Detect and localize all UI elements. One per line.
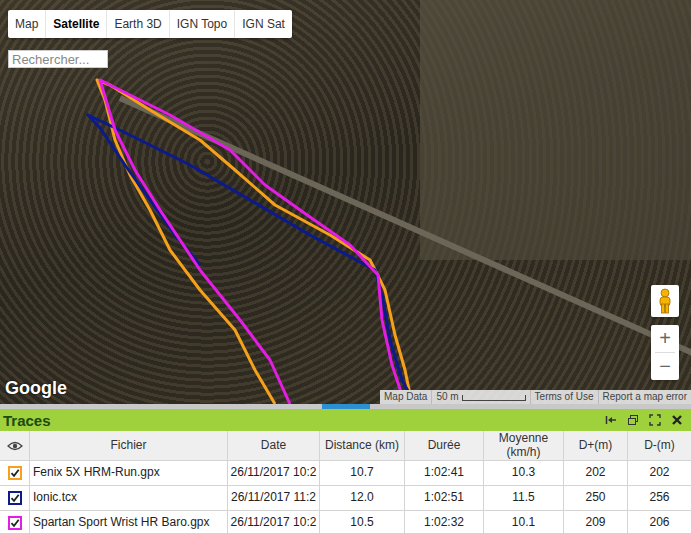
trace-checkbox[interactable] [8, 466, 22, 480]
table-cell: Fenix 5X HRM-Run.gpx [30, 461, 228, 485]
checkbox-cell [0, 511, 30, 533]
table-row[interactable]: Fenix 5X HRM-Run.gpx26/11/2017 10:210.71… [0, 461, 691, 486]
column-header[interactable]: Date [228, 431, 320, 460]
table-cell: 250 [564, 486, 628, 510]
checkbox-cell [0, 461, 30, 485]
table-cell: 209 [564, 511, 628, 533]
table-cell: 11.5 [484, 486, 564, 510]
table-cell: 26/11/2017 11:2 [228, 486, 320, 510]
zoom-in-button[interactable]: + [651, 325, 679, 352]
map-data-link[interactable]: Map Data [380, 390, 431, 404]
traces-header: Traces [0, 409, 691, 431]
map-type-tabs: MapSatelliteEarth 3DIGN TopoIGN Sat [8, 10, 292, 38]
table-cell: 10.3 [484, 461, 564, 485]
map-type-tab[interactable]: Satellite [46, 10, 107, 38]
report-link[interactable]: Report a map error [598, 390, 691, 404]
table-cell: 12.0 [320, 486, 405, 510]
table-cell: 1:02:32 [405, 511, 484, 533]
column-header[interactable]: D+(m) [564, 431, 628, 460]
zoom-control: +− [651, 325, 679, 380]
zoom-out-button[interactable]: − [651, 353, 679, 380]
check-icon [10, 468, 20, 478]
table-cell: 26/11/2017 10:2 [228, 511, 320, 533]
table-cell: 10.5 [320, 511, 405, 533]
table-cell: 256 [628, 486, 691, 510]
collapse-left-icon[interactable] [605, 414, 617, 426]
traces-title: Traces [3, 412, 51, 429]
search-input[interactable] [8, 50, 108, 68]
table-cell: 1:02:51 [405, 486, 484, 510]
scale: 50 m [431, 390, 529, 404]
table-cell: 202 [564, 461, 628, 485]
column-header[interactable]: Durée [405, 431, 484, 460]
column-header[interactable]: D-(m) [628, 431, 691, 460]
map-type-tab[interactable]: IGN Sat [235, 10, 292, 38]
traces-table: FichierDateDistance (km)DuréeMoyenne (km… [0, 431, 691, 533]
table-cell: Ionic.tcx [30, 486, 228, 510]
eye-icon [7, 441, 23, 451]
map-type-tab[interactable]: IGN Topo [170, 10, 235, 38]
map[interactable]: MapSatelliteEarth 3DIGN TopoIGN Sat +− Goo… [0, 0, 691, 404]
table-row[interactable]: Spartan Sport Wrist HR Baro.gpx26/11/201… [0, 511, 691, 533]
field-area [420, 0, 691, 260]
track-line[interactable] [88, 115, 415, 404]
maximize-icon[interactable] [649, 414, 661, 426]
check-icon [10, 518, 20, 528]
track-line[interactable] [97, 80, 412, 404]
table-cell: 26/11/2017 10:2 [228, 461, 320, 485]
column-header[interactable]: Moyenne (km/h) [484, 431, 564, 460]
table-cell: 10.7 [320, 461, 405, 485]
app: MapSatelliteEarth 3DIGN TopoIGN Sat +− Goo… [0, 0, 691, 533]
table-row[interactable]: Ionic.tcx26/11/2017 11:212.01:02:5111.52… [0, 486, 691, 511]
visibility-column [0, 431, 30, 460]
map-type-tab[interactable]: Map [8, 10, 46, 38]
close-icon[interactable] [671, 414, 683, 426]
table-cell: Spartan Sport Wrist HR Baro.gpx [30, 511, 228, 533]
google-logo: Google [5, 378, 67, 399]
checkbox-cell [0, 486, 30, 510]
table-cell: 206 [628, 511, 691, 533]
pegman-button[interactable] [651, 285, 679, 317]
restore-window-icon[interactable] [627, 414, 639, 426]
column-header[interactable]: Fichier [30, 431, 228, 460]
track-line[interactable] [100, 80, 405, 404]
pegman-icon [657, 288, 673, 314]
map-type-tab[interactable]: Earth 3D [107, 10, 169, 38]
scale-bar [462, 395, 526, 401]
check-icon [10, 493, 20, 503]
table-cell: 1:02:41 [405, 461, 484, 485]
trace-checkbox[interactable] [8, 491, 22, 505]
terms-link[interactable]: Terms of Use [530, 390, 598, 404]
column-header[interactable]: Distance (km) [320, 431, 405, 460]
attribution-bar: Map Data50 mTerms of UseReport a map err… [380, 390, 691, 404]
table-header: FichierDateDistance (km)DuréeMoyenne (km… [0, 431, 691, 461]
table-cell: 202 [628, 461, 691, 485]
table-cell: 10.1 [484, 511, 564, 533]
trace-checkbox[interactable] [8, 516, 22, 530]
